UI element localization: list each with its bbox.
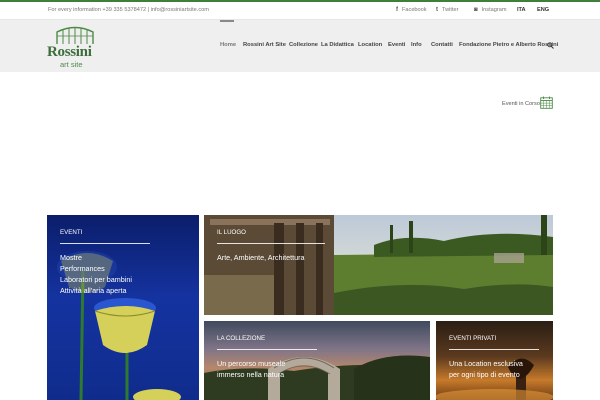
contact-info: For every information +39 335 5378472 | … <box>48 7 209 13</box>
search-icon[interactable] <box>547 42 554 49</box>
nav-rossini-art-site[interactable]: Rossini Art Site <box>243 42 286 48</box>
instagram-link[interactable]: ◙ Instagram <box>474 7 507 13</box>
tile-collezione-line: immerso nella natura <box>217 370 285 379</box>
eventi-in-corso-link[interactable]: Eventi in Corso <box>502 101 540 107</box>
tile-luogo-line: Arte, Ambiente, Architettura <box>217 253 305 262</box>
calendar-icon[interactable] <box>540 96 553 109</box>
facebook-icon: f <box>396 7 398 13</box>
nav-home[interactable]: Home <box>220 42 236 48</box>
tile-eventi-line: Attività all'aria aperta <box>60 286 127 295</box>
nav-contatti[interactable]: Contatti <box>431 42 453 48</box>
tile-privati-title: EVENTI PRIVATI <box>449 335 497 342</box>
tile-eventi-line: Mostre <box>60 253 82 262</box>
lang-eng[interactable]: ENG <box>537 7 549 13</box>
tile-eventi-line: Performances <box>60 264 105 273</box>
tile-la-collezione[interactable]: LA COLLEZIONE Un percorso museale immers… <box>204 321 430 400</box>
twitter-label[interactable]: Twitter <box>442 7 458 13</box>
twitter-icon: t <box>436 7 438 13</box>
nav-active-indicator <box>220 20 234 22</box>
nav-info[interactable]: Info <box>411 42 422 48</box>
twitter-link[interactable]: t Twitter <box>436 7 458 13</box>
instagram-label[interactable]: Instagram <box>482 7 507 13</box>
nav-location[interactable]: Location <box>358 42 382 48</box>
tile-eventi-line: Laboratori per bambini <box>60 275 132 284</box>
top-bar: For every information +39 335 5378472 | … <box>0 2 600 20</box>
nav-eventi[interactable]: Eventi <box>388 42 405 48</box>
tile-eventi[interactable]: EVENTI Mostre Performances Laboratori pe… <box>47 215 199 400</box>
instagram-icon: ◙ <box>474 7 478 13</box>
nav-la-didattica[interactable]: La Didattica <box>321 42 354 48</box>
nav-fondazione[interactable]: Fondazione Pietro e Alberto Rossini <box>459 42 558 48</box>
nav-collezione[interactable]: Collezione <box>289 42 318 48</box>
facebook-link[interactable]: f Facebook <box>396 7 427 13</box>
tile-privati-rule <box>449 349 539 350</box>
tile-il-luogo[interactable]: IL LUOGO Arte, Ambiente, Architettura <box>204 215 553 315</box>
tile-luogo-rule <box>217 243 325 244</box>
tile-luogo-title: IL LUOGO <box>217 229 246 236</box>
main-nav: Home Rossini Art Site Collezione La Dida… <box>0 20 600 72</box>
lang-ita[interactable]: ITA <box>517 7 526 13</box>
tile-eventi-rule <box>60 243 150 244</box>
tile-collezione-title: LA COLLEZIONE <box>217 335 266 342</box>
tile-eventi-title: EVENTI <box>60 229 83 236</box>
tile-collezione-line: Un percorso museale <box>217 359 286 368</box>
tile-privati-line: per ogni tipo di evento <box>449 370 520 379</box>
tile-collezione-rule <box>217 349 317 350</box>
tile-privati-line: Una Location esclusiva <box>449 359 523 368</box>
tile-eventi-privati[interactable]: EVENTI PRIVATI Una Location esclusiva pe… <box>436 321 553 400</box>
facebook-label[interactable]: Facebook <box>402 7 427 13</box>
luogo-landscape-image <box>204 215 553 315</box>
